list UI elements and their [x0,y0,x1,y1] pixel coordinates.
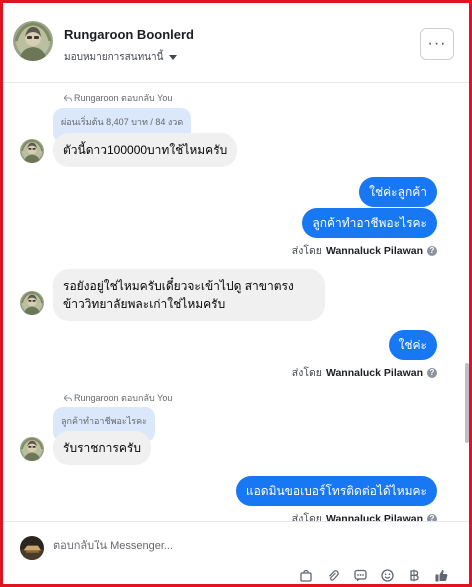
question-icon[interactable]: ? [427,367,437,378]
assign-conversation-dropdown[interactable]: มอบหมายการสนทนานี้ [64,50,178,65]
more-options-button[interactable]: ··· [420,28,454,60]
outgoing-message[interactable]: ลูกค้าทำอาชีพอะไรคะ [302,208,437,238]
composer-toolbar [299,568,448,582]
sent-by-line: ส่งโดย Wannaluck Pilawan ? [292,364,437,381]
caret-down-icon [169,55,178,60]
question-icon[interactable]: ? [427,245,437,256]
sender-name[interactable]: Wannaluck Pilawan [326,513,423,522]
reply-indicator: Rungaroon ตอบกลับ You [64,91,172,105]
contact-avatar-small [20,139,44,163]
sent-by-line: ส่งโดย Wannaluck Pilawan ? [292,242,437,259]
composer [3,521,469,584]
baht-icon[interactable] [407,568,421,582]
sender-name[interactable]: Wannaluck Pilawan [326,367,423,379]
paperclip-icon[interactable] [326,568,340,582]
contact-avatar-small [20,291,44,315]
outgoing-message[interactable]: ใช่ค่ะ [388,330,437,360]
sent-by-line: ส่งโดย Wannaluck Pilawan ? [292,510,437,521]
outgoing-message[interactable]: ใช่ค่ะลูกค้า [359,177,437,207]
thumbs-up-icon[interactable] [434,568,448,582]
incoming-message[interactable]: รับราชการครับ [53,431,151,465]
emoji-icon[interactable] [380,568,394,582]
question-icon[interactable]: ? [427,513,437,521]
reply-arrow-icon [64,394,72,401]
thread-scrollbar[interactable] [465,363,469,443]
contact-avatar-small [20,437,44,461]
sender-name[interactable]: Wannaluck Pilawan [326,245,423,257]
conversation-header: Rungaroon Boonlerd มอบหมายการสนทนานี้ ··… [3,3,469,83]
saved-replies-icon[interactable] [353,568,367,582]
reply-input[interactable] [53,540,353,552]
incoming-message[interactable]: ตัวนี้ดาว100000บาทใช้ไหมครับ [53,133,238,167]
reply-indicator: Rungaroon ตอบกลับ You [64,391,172,405]
contact-name[interactable]: Rungaroon Boonlerd [64,27,194,42]
incoming-message[interactable]: รอยังอยู่ใช่ไหมครับเดี๋ยวจะเข้าไปดู สาขา… [53,269,325,321]
reply-arrow-icon [64,94,72,101]
more-horizontal-icon: ··· [427,35,447,52]
contact-avatar[interactable] [13,21,53,61]
page-avatar [20,536,44,560]
shopping-bag-icon[interactable] [299,568,313,582]
message-thread[interactable]: Rungaroon ตอบกลับ You ผ่อนเริ่มต้น 8,407… [3,84,469,521]
assign-label: มอบหมายการสนทนานี้ [64,52,164,63]
outgoing-message[interactable]: แอดมินขอเบอร์โทรติดต่อได้ไหมคะ [235,476,437,506]
